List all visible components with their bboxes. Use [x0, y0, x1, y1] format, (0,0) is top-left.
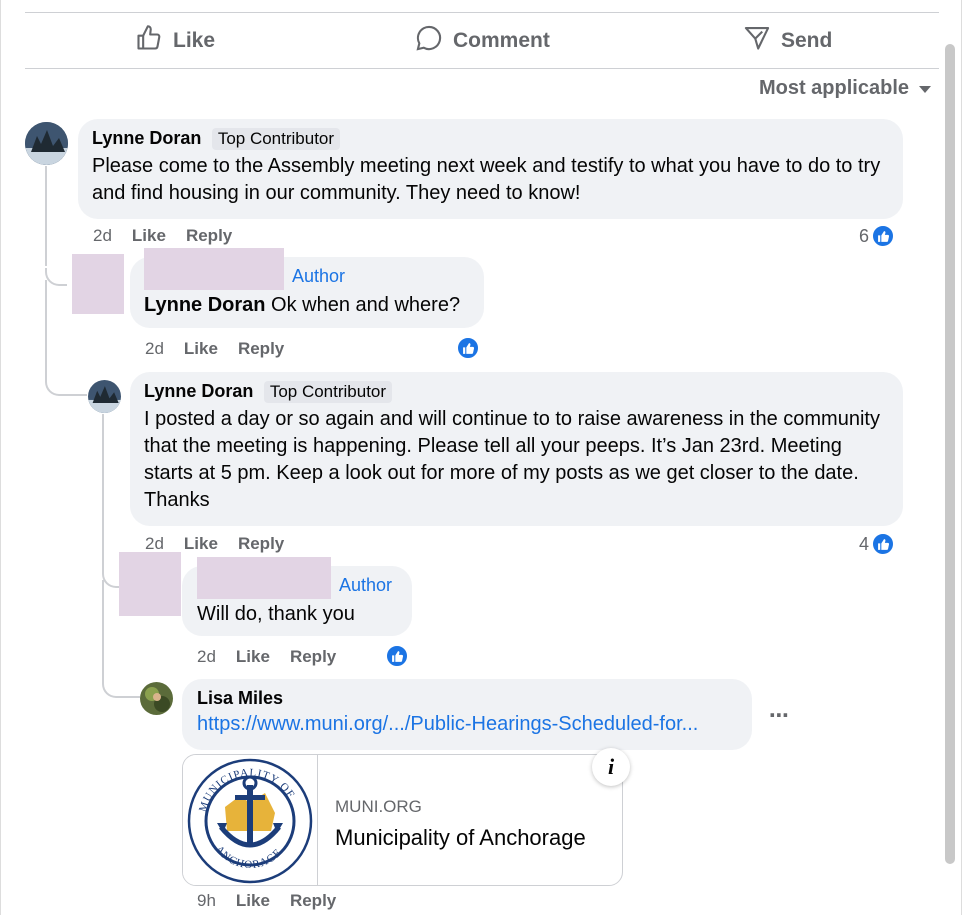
comment-bubble: Lynne Doran Top Contributor Please come … [78, 119, 903, 219]
link-preview-card[interactable]: MUNICIPALITY OF ANCHORAGE MUNI.ORG Munic… [182, 754, 623, 886]
like-reaction-icon [871, 532, 896, 556]
reply-link[interactable]: Reply [186, 226, 232, 246]
info-icon[interactable]: i [592, 748, 630, 786]
redacted-avatar [72, 254, 124, 314]
like-action-label: Like [173, 29, 216, 52]
redacted-avatar [119, 552, 181, 616]
municipality-seal-image: MUNICIPALITY OF ANCHORAGE [183, 755, 318, 885]
comment-meta: 2d Like Reply [145, 339, 284, 359]
like-action-button[interactable]: Like [135, 18, 215, 64]
comment-text: Please come to the Assembly meeting next… [92, 155, 881, 204]
sort-label: Most applicable [758, 77, 909, 99]
avatar[interactable] [88, 380, 121, 413]
commenter-name[interactable]: Lisa Miles [197, 688, 737, 709]
send-icon [743, 24, 771, 58]
comment-panel: Like Comment Send Most applicable Lynne [0, 0, 962, 915]
redacted-name [144, 248, 284, 290]
avatar[interactable] [25, 122, 68, 165]
reply-link[interactable]: Reply [290, 891, 336, 911]
post-actions-bar: Like Comment Send [25, 18, 939, 64]
timestamp[interactable]: 2d [93, 226, 112, 246]
scrollbar-thumb[interactable] [945, 44, 955, 864]
tagged-name[interactable]: Lynne Doran [144, 294, 266, 316]
like-reaction-icon [385, 644, 409, 668]
comment-text: I posted a day or so again and will cont… [144, 408, 880, 511]
caret-down-icon [919, 86, 931, 93]
like-link[interactable]: Like [236, 647, 270, 667]
comment-meta: 2d Like Reply [145, 534, 284, 554]
commenter-name[interactable]: Lynne Doran [144, 381, 253, 401]
top-contributor-badge: Top Contributor [263, 381, 393, 403]
timestamp[interactable]: 2d [145, 534, 164, 554]
like-reaction-icon [871, 224, 896, 248]
avatar[interactable] [140, 682, 173, 715]
thread-line [45, 166, 47, 266]
link-title: Municipality of Anchorage [335, 825, 586, 850]
like-link[interactable]: Like [132, 226, 166, 246]
comment-bubble: Lisa Miles https://www.muni.org/.../Publ… [182, 679, 752, 750]
reply-link[interactable]: Reply [238, 339, 284, 359]
timestamp[interactable]: 2d [197, 647, 216, 667]
reply-link[interactable]: Reply [290, 647, 336, 667]
comment-meta: 2d Like Reply [93, 226, 232, 246]
reaction-number: 4 [859, 533, 870, 554]
like-link[interactable]: Like [184, 339, 218, 359]
thumbs-up-icon [135, 24, 163, 58]
sort-dropdown[interactable]: Most applicable [759, 77, 931, 100]
comment-action-button[interactable]: Comment [415, 18, 550, 64]
reaction-count[interactable] [456, 336, 480, 360]
top-contributor-badge: Top Contributor [211, 128, 341, 150]
like-link[interactable]: Like [236, 891, 270, 911]
reaction-count[interactable]: 4 [859, 532, 896, 556]
comment-bubble: Author Lynne Doran Ok when and where? [130, 248, 484, 328]
timestamp[interactable]: 2d [145, 339, 164, 359]
author-label: Author [339, 574, 393, 595]
comment-text: Ok when and where? [265, 294, 461, 316]
send-action-label: Send [781, 29, 833, 52]
reaction-count[interactable]: 6 [859, 224, 896, 248]
reaction-count[interactable] [385, 644, 409, 668]
comment-meta: 9h Like Reply [197, 891, 336, 911]
author-label: Author [292, 265, 346, 286]
comment-bubble: Author Will do, thank you [182, 557, 412, 636]
redacted-name [197, 557, 331, 599]
comment-bubble: Lynne Doran Top Contributor I posted a d… [130, 372, 903, 526]
more-options-icon[interactable]: ⋯ [769, 703, 790, 728]
comment-action-label: Comment [453, 29, 550, 52]
comment-bubble-icon [415, 24, 443, 58]
reaction-number: 6 [859, 225, 870, 246]
divider [25, 12, 939, 13]
like-reaction-icon [456, 336, 480, 360]
thread-line [102, 414, 104, 554]
comment-link[interactable]: https://www.muni.org/.../Public-Hearings… [197, 713, 737, 736]
send-action-button[interactable]: Send [743, 18, 832, 64]
timestamp[interactable]: 9h [197, 891, 216, 911]
commenter-name[interactable]: Lynne Doran [92, 128, 201, 148]
comment-meta: 2d Like Reply [197, 647, 336, 667]
divider [25, 68, 939, 69]
reply-link[interactable]: Reply [238, 534, 284, 554]
like-link[interactable]: Like [184, 534, 218, 554]
comment-text: Will do, thank you [197, 603, 355, 625]
link-domain: MUNI.ORG [335, 797, 422, 816]
